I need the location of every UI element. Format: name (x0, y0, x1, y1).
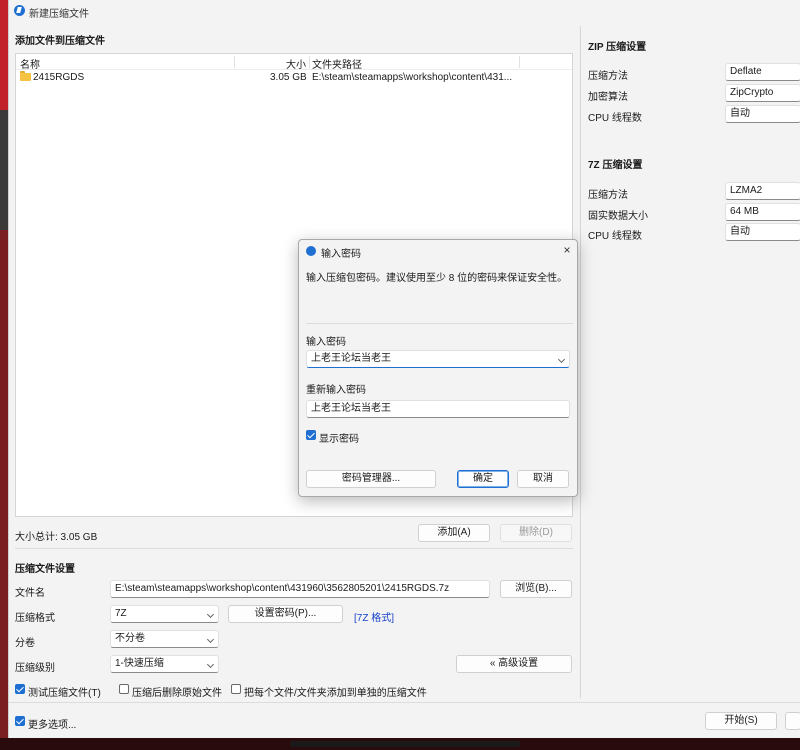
browse-button[interactable]: 浏览(B)... (500, 580, 572, 598)
app-icon (306, 246, 316, 256)
settings-heading: 压缩文件设置 (15, 564, 75, 575)
column-separator (519, 56, 520, 68)
add-files-heading: 添加文件到压缩文件 (15, 36, 105, 47)
file-list-header: 名称 大小 文件夹路径 (16, 54, 572, 71)
zip-method-select[interactable]: Deflate (725, 63, 800, 81)
advanced-settings-button[interactable]: « 高级设置 (456, 655, 572, 673)
file-row[interactable]: 2415RGDS 3.05 GB E:\steam\steamapps\work… (16, 70, 572, 86)
app-icon (14, 5, 25, 16)
password-label: 输入密码 (306, 337, 346, 348)
format-link[interactable]: [7Z 格式] (354, 609, 394, 624)
more-options-checkbox[interactable] (15, 716, 25, 726)
zip-encrypt-select[interactable]: ZipCrypto (725, 84, 800, 102)
zip-heading: ZIP 压缩设置 (588, 42, 647, 53)
desktop-segment (0, 110, 8, 230)
folder-icon (20, 71, 31, 81)
sevenz-method-select[interactable]: LZMA2 (725, 182, 800, 200)
column-size[interactable]: 大小 (286, 56, 306, 71)
reenter-password-input[interactable]: 上老王论坛当老王 (306, 400, 570, 418)
footer-divider (9, 702, 800, 703)
column-separator (234, 56, 235, 68)
delete-after-label[interactable]: 压缩后删除原始文件 (132, 684, 222, 699)
compression-settings-panel: ZIP 压缩设置 压缩方法 Deflate 加密算法 ZipCrypto CPU… (580, 26, 800, 698)
desktop-segment (0, 230, 8, 750)
chevron-down-icon (206, 610, 215, 619)
total-size: 大小总计: 3.05 GB (15, 532, 98, 543)
reenter-label: 重新输入密码 (306, 385, 366, 396)
sevenz-solid-label: 固实数据大小 (588, 211, 648, 222)
set-password-button[interactable]: 设置密码(P)... (228, 605, 343, 623)
split-label: 分卷 (15, 638, 35, 649)
delete-after-checkbox[interactable] (119, 684, 129, 694)
format-value: 7Z (115, 608, 127, 619)
format-select[interactable]: 7Z (110, 605, 219, 623)
zip-method-label: 压缩方法 (588, 71, 628, 82)
show-password-label[interactable]: 显示密码 (319, 430, 359, 445)
filename-input[interactable]: E:\steam\steamapps\workshop\content\4319… (110, 580, 490, 598)
password-manager-button[interactable]: 密码管理器... (306, 470, 436, 488)
start-button[interactable]: 开始(S) (705, 712, 777, 730)
close-icon[interactable]: × (561, 244, 573, 256)
format-label: 压缩格式 (15, 613, 55, 624)
show-password-checkbox[interactable] (306, 430, 316, 440)
password-dialog: 输入密码 × 输入压缩包密码。建议使用至少 8 位的密码来保证安全性。 输入密码… (298, 239, 578, 497)
sevenz-threads-label: CPU 线程数 (588, 231, 642, 242)
separate-archives-checkbox[interactable] (231, 684, 241, 694)
ok-button[interactable]: 确定 (457, 470, 509, 488)
delete-button[interactable]: 删除(D) (500, 524, 572, 542)
sevenz-threads-select[interactable]: 自动 (725, 223, 800, 241)
desktop-segment (0, 0, 8, 110)
title-bar[interactable]: 新建压缩文件 (9, 0, 800, 22)
dialog-divider (306, 323, 573, 324)
cancel-button-partial[interactable] (785, 712, 800, 730)
window-title: 新建压缩文件 (29, 9, 89, 20)
add-button[interactable]: 添加(A) (418, 524, 490, 542)
level-select[interactable]: 1-快速压缩 (110, 655, 219, 673)
separate-archives-label[interactable]: 把每个文件/文件夹添加到单独的压缩文件 (244, 684, 427, 699)
dialog-title: 输入密码 (321, 249, 361, 260)
taskbar-center (290, 741, 520, 747)
column-path[interactable]: 文件夹路径 (312, 56, 362, 71)
split-select[interactable]: 不分卷 (110, 630, 219, 648)
column-separator (309, 56, 310, 68)
zip-threads-label: CPU 线程数 (588, 113, 642, 124)
chevron-down-icon (206, 660, 215, 669)
file-name: 2415RGDS (33, 72, 85, 83)
test-archive-label[interactable]: 测试压缩文件(T) (28, 684, 101, 699)
level-label: 压缩级别 (15, 663, 55, 674)
chevron-down-icon[interactable] (557, 355, 566, 364)
sevenz-method-label: 压缩方法 (588, 190, 628, 201)
desktop-left-edge (0, 0, 8, 750)
password-value: 上老王论坛当老王 (311, 353, 391, 364)
level-value: 1-快速压缩 (115, 658, 164, 669)
file-size: 3.05 GB (270, 72, 307, 83)
more-options-label[interactable]: 更多选项... (28, 716, 76, 731)
zip-encrypt-label: 加密算法 (588, 92, 628, 103)
sevenz-heading: 7Z 压缩设置 (588, 160, 643, 171)
dialog-message: 输入压缩包密码。建议使用至少 8 位的密码来保证安全性。 (306, 273, 568, 284)
taskbar (0, 738, 800, 750)
password-input[interactable]: 上老王论坛当老王 (306, 350, 570, 368)
split-value: 不分卷 (115, 633, 145, 644)
filename-label: 文件名 (15, 588, 45, 599)
zip-threads-select[interactable]: 自动 (725, 105, 800, 123)
file-path: E:\steam\steamapps\workshop\content\431.… (312, 72, 513, 83)
column-name[interactable]: 名称 (20, 56, 40, 71)
section-divider (15, 548, 573, 549)
chevron-down-icon (206, 635, 215, 644)
sevenz-solid-select[interactable]: 64 MB (725, 203, 800, 221)
cancel-button[interactable]: 取消 (517, 470, 569, 488)
test-archive-checkbox[interactable] (15, 684, 25, 694)
